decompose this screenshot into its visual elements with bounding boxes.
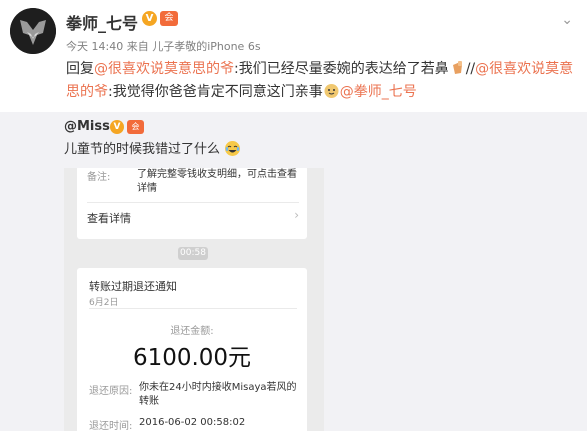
forward-author[interactable]: @Miss xyxy=(64,119,110,134)
fist-emoji-icon xyxy=(452,61,462,74)
post-text: :我们已经尽量委婉的表达给了若鼻 xyxy=(234,61,449,77)
laugh-cry-emoji-icon xyxy=(225,141,241,156)
forward-text-content: 儿童节的时候我错过了什么 xyxy=(64,142,221,157)
refund-reason-label: 退还原因: xyxy=(89,386,133,397)
view-details-label: 查看详情 xyxy=(87,212,131,225)
doge-emoji-icon xyxy=(324,84,339,98)
verified-badge-icon: V xyxy=(110,120,124,134)
balance-details-card: 备注: 了解完整零钱收支明细，可点击查看详情 查看详情 › xyxy=(77,168,307,239)
refund-reason: 你未在24小时内接收Misaya若风的转账 xyxy=(139,382,297,407)
mention-link[interactable]: @很喜欢说莫意思的爷 xyxy=(94,61,234,77)
member-badge-icon[interactable]: 会 xyxy=(127,120,144,134)
refund-time-label: 退还时间: xyxy=(89,421,133,431)
decepticon-avatar-icon xyxy=(10,8,56,54)
note-text: 了解完整零钱收支明细，可点击查看详情 xyxy=(137,169,297,194)
note-label: 备注: xyxy=(87,172,111,183)
verified-badge-icon: V xyxy=(142,11,157,26)
member-badge-icon[interactable]: 会 xyxy=(160,11,178,26)
post-text: :我觉得你爸爸肯定不同意这门亲事 xyxy=(108,84,323,100)
refund-amount-label: 退还金额: xyxy=(170,326,214,337)
post-separator: // xyxy=(465,61,476,77)
post-content: 回复@很喜欢说莫意思的爷:我们已经尽量委婉的表达给了若鼻//@很喜欢说莫意思的爷… xyxy=(66,58,581,104)
avatar[interactable] xyxy=(10,8,56,54)
post-meta: 今天 14:40 来自 儿子孝敬的iPhone 6s xyxy=(66,40,261,53)
chevron-right-icon: › xyxy=(294,208,299,222)
timestamp-pill: 00:58 xyxy=(178,247,208,260)
notice-date: 6月2日 xyxy=(89,298,119,308)
forward-text: 儿童节的时候我错过了什么 xyxy=(64,138,241,157)
forwarded-post[interactable]: @Miss V 会 儿童节的时候我错过了什么 备注: 了解完整零钱收支明细，可点… xyxy=(0,112,587,431)
chevron-down-icon[interactable]: ⌄ xyxy=(561,12,573,28)
notice-title: 转账过期退还通知 xyxy=(89,280,177,293)
divider xyxy=(89,308,297,309)
refund-amount: 6100.00元 xyxy=(132,345,252,371)
divider xyxy=(87,202,299,203)
attached-screenshot[interactable]: 备注: 了解完整零钱收支明细，可点击查看详情 查看详情 › 00:58 转账过期… xyxy=(64,168,324,431)
post-author[interactable]: 拳师_七号 xyxy=(66,10,138,34)
mention-link[interactable]: @拳师_七号 xyxy=(340,84,417,100)
reply-prefix: 回复 xyxy=(66,61,94,77)
refund-time: 2016-06-02 00:58:02 xyxy=(139,417,246,428)
refund-notice-card: 转账过期退还通知 6月2日 退还金额: 6100.00元 退还原因: 你未在24… xyxy=(77,268,307,431)
